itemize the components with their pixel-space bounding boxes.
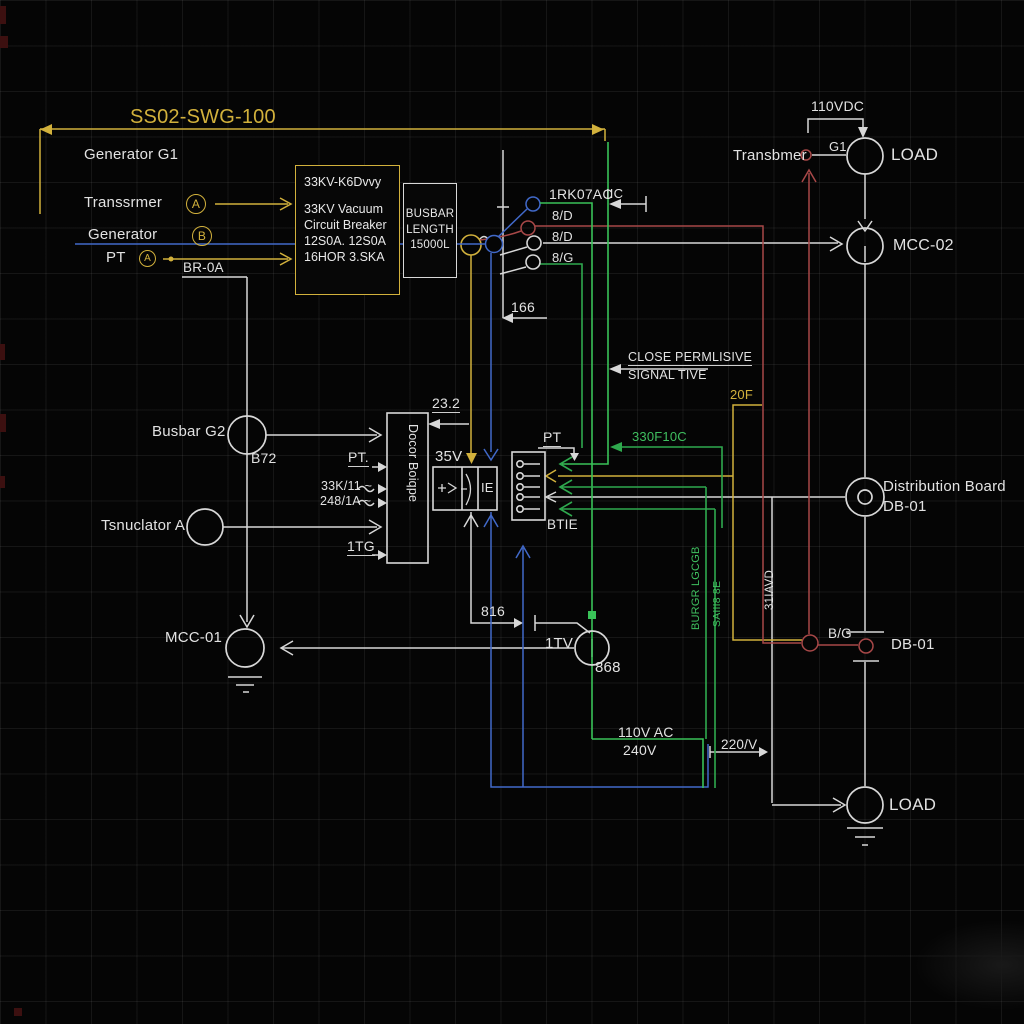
label-bd-1: 8/D <box>552 208 573 223</box>
label-g1: G1 <box>829 139 847 154</box>
label-vert-31iavd: 31IAVD <box>764 570 776 610</box>
edge-artifact <box>0 344 5 360</box>
label-tg-1: 1TG <box>347 538 375 556</box>
label-generator-g1: Generator G1 <box>84 146 178 163</box>
label-btie: BTIE <box>547 517 578 532</box>
label-circle-x: A <box>139 250 156 267</box>
label-b72: B72 <box>251 450 277 466</box>
label-sw-1rk07ac: 1RK07AC <box>549 186 613 202</box>
edge-artifact <box>0 36 8 48</box>
label-db-01-node: DB-01 <box>891 636 935 653</box>
label-db-01: DB-01 <box>883 498 927 515</box>
label-busbar-g2: Busbar G2 <box>152 423 226 440</box>
label-bd-2: 8/D <box>552 229 573 244</box>
label-ratio-33k11: 33K/11 ~ <box>321 479 372 493</box>
label-mcc-01: MCC-01 <box>165 629 222 646</box>
label-distribution-board: Distribution Board <box>883 478 1006 495</box>
label-n868: 868 <box>595 659 621 676</box>
label-v110dc: 110VDC <box>811 98 864 114</box>
edge-artifact <box>0 476 5 488</box>
label-mcc-02: MCC-02 <box>893 237 954 255</box>
edge-artifact <box>0 414 6 432</box>
label-br-0a: BR-0A <box>183 260 224 275</box>
label-vert-saiii: SAIII8 8E <box>711 581 723 627</box>
label-pt-box: PT. <box>348 449 369 467</box>
label-dim-232: 23.2 <box>432 395 460 413</box>
label-dim-816: 816 <box>481 603 505 619</box>
label-dim-20f: 20F <box>730 387 753 402</box>
label-vtext-box-label: Docor Boiqpe <box>406 424 420 502</box>
label-transbmer: Transbmer <box>733 147 807 164</box>
label-transformer-a: Transsrmer <box>84 194 162 211</box>
label-iic: IIC <box>606 186 623 201</box>
label-tsnuclator-a: Tsnuclator A <box>101 517 185 534</box>
label-bg-2: B/G <box>828 626 852 641</box>
label-vert-burgr: BURGR LGCGB <box>690 547 702 631</box>
label-v110ac: 110V AC <box>618 724 674 740</box>
label-ie: IE <box>481 480 494 495</box>
label-dim-166: 166 <box>511 299 535 315</box>
label-title: SS02-SWG-100 <box>130 106 276 129</box>
label-ratio-2481a: 248/1A ~ <box>320 494 371 508</box>
label-tv-1: 1TV <box>545 635 573 652</box>
label-v220: 220/V <box>721 737 757 752</box>
label-load-top: LOAD <box>891 145 938 165</box>
label-pt-connector: PT <box>543 429 561 447</box>
label-v35: 35V <box>435 448 462 465</box>
diagram-canvas: 33KV-K6Dvvy 33KV Vacuum Circuit Breaker … <box>0 0 1024 1024</box>
label-dim-330f10c: 330F10C <box>632 429 687 444</box>
edge-artifact <box>14 1008 22 1016</box>
label-close-permissive: CLOSE PERMLISIVE <box>628 350 752 366</box>
edge-artifact <box>0 6 6 24</box>
label-circle-a: A <box>186 194 206 214</box>
label-pt-left: PT <box>106 249 126 266</box>
label-generator-b: Generator <box>88 226 157 243</box>
labels-layer: SS02-SWG-100 Generator G1 Transsrmer A Gener… <box>0 0 1024 1024</box>
label-load-bottom: LOAD <box>889 795 936 815</box>
label-signal-tive: SIGNAL TIVE <box>628 368 707 382</box>
label-v240: 240V <box>623 742 657 758</box>
label-bg-1: 8/G <box>552 250 574 265</box>
label-circle-b: B <box>192 226 212 246</box>
